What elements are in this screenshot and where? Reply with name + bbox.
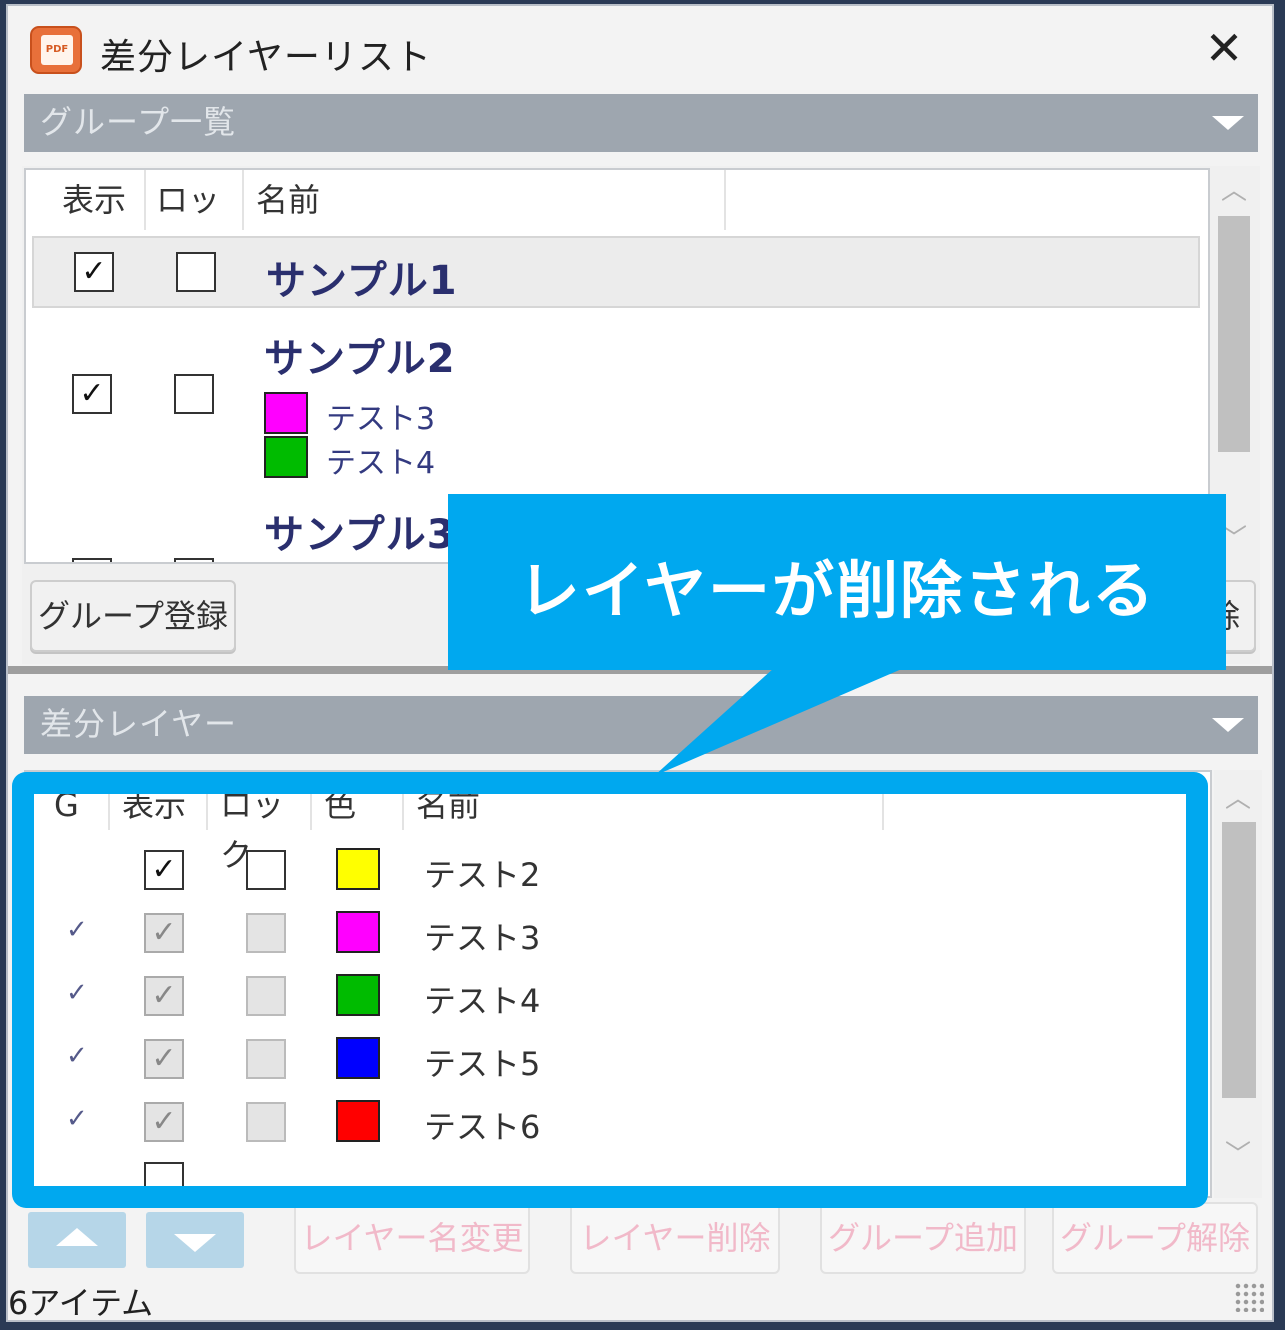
group-row-1[interactable]: ✓ サンプル1 xyxy=(32,236,1200,308)
move-up-icon xyxy=(56,1228,98,1246)
lock-checkbox[interactable] xyxy=(174,558,214,562)
remove-group-button[interactable]: グループ解除 xyxy=(1052,1202,1258,1274)
move-down-button[interactable] xyxy=(146,1212,244,1268)
item-count: 6アイテム xyxy=(8,1284,154,1322)
scroll-thumb[interactable] xyxy=(1218,216,1250,452)
group-name: サンプル1 xyxy=(266,258,458,304)
group-name: サンプル2 xyxy=(264,336,456,382)
delete-layer-button[interactable]: レイヤー削除 xyxy=(570,1202,780,1274)
group-register-button[interactable]: グループ登録 xyxy=(30,580,236,652)
scroll-thumb[interactable] xyxy=(1222,822,1256,1098)
group-section-title: グループ一覧 xyxy=(40,103,237,141)
window-title: 差分レイヤーリスト xyxy=(100,37,432,78)
highlight-frame xyxy=(12,772,1208,1208)
title-bar: PDF 差分レイヤーリスト ✕ xyxy=(8,6,1272,92)
member-layer-name: テスト4 xyxy=(326,446,436,481)
group-name: サンプル3 xyxy=(264,512,456,558)
group-section-header[interactable]: グループ一覧 xyxy=(24,94,1258,152)
scroll-down-icon[interactable]: ﹀ xyxy=(1218,1140,1258,1170)
move-down-icon xyxy=(174,1234,216,1252)
color-swatch xyxy=(264,436,308,478)
visible-checkbox[interactable]: ✓ xyxy=(74,252,114,292)
lock-checkbox[interactable] xyxy=(176,252,216,292)
layer-scrollbar[interactable]: ︿ ﹀ xyxy=(1214,770,1262,1198)
layer-section-header[interactable]: 差分レイヤー xyxy=(24,696,1258,754)
scroll-up-icon[interactable]: ︿ xyxy=(1214,176,1254,206)
col-lock[interactable]: ロック xyxy=(148,170,244,279)
collapse-arrow-icon[interactable] xyxy=(1212,718,1244,732)
callout-pointer xyxy=(654,668,904,776)
move-up-button[interactable] xyxy=(28,1212,126,1268)
callout-text: レイヤーが削除される xyxy=(517,554,1157,627)
layer-section-title: 差分レイヤー xyxy=(40,705,238,743)
collapse-arrow-icon[interactable] xyxy=(1212,116,1244,130)
pdf-app-icon: PDF xyxy=(30,26,82,74)
col-name[interactable]: 名前 xyxy=(248,170,726,230)
col-visible[interactable]: 表示 xyxy=(54,170,146,230)
close-icon[interactable]: ✕ xyxy=(1196,20,1252,76)
resize-grip-icon[interactable] xyxy=(1234,1282,1264,1312)
scroll-up-icon[interactable]: ︿ xyxy=(1218,784,1258,814)
color-swatch xyxy=(264,392,308,434)
member-layer-name: テスト3 xyxy=(326,402,436,437)
lock-checkbox[interactable] xyxy=(174,374,214,414)
add-group-button[interactable]: グループ追加 xyxy=(820,1202,1026,1274)
annotation-callout: レイヤーが削除される xyxy=(448,494,1226,670)
group-row-2[interactable]: ✓ サンプル2 テスト3 テスト4 xyxy=(32,320,1200,481)
visible-checkbox[interactable]: ✓ xyxy=(72,374,112,414)
visible-checkbox[interactable] xyxy=(72,558,112,562)
rename-layer-button[interactable]: レイヤー名変更 xyxy=(294,1202,530,1274)
